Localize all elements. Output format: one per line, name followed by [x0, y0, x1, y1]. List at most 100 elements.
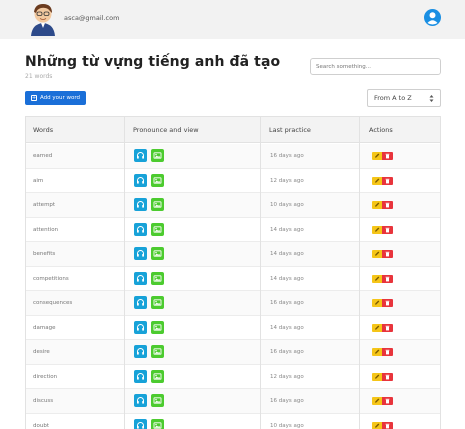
table-row: benefits 14 days ago — [26, 242, 440, 267]
last-practice-cell: 10 days ago — [270, 422, 304, 429]
view-image-button[interactable] — [151, 247, 164, 260]
view-image-button[interactable] — [151, 369, 164, 383]
last-practice-cell: 12 days ago — [270, 177, 304, 184]
words-table: Words Pronounce and view Last practice A… — [25, 116, 441, 429]
delete-button[interactable] — [382, 176, 393, 185]
table-row: consequences 16 days ago — [26, 291, 440, 316]
delete-button[interactable] — [382, 323, 393, 332]
edit-button[interactable] — [372, 176, 382, 185]
column-divider — [124, 117, 125, 429]
delete-button[interactable] — [382, 225, 393, 234]
edit-button[interactable] — [372, 225, 382, 234]
view-image-button[interactable] — [151, 149, 164, 162]
word-cell: damage — [33, 324, 56, 331]
word-cell: consequences — [33, 300, 73, 306]
edit-button[interactable] — [372, 152, 382, 160]
delete-button[interactable] — [382, 421, 393, 429]
delete-button[interactable] — [382, 274, 393, 283]
word-cell: aim — [33, 177, 44, 184]
pronounce-button[interactable] — [134, 271, 147, 285]
delete-button[interactable] — [382, 372, 393, 381]
delete-button[interactable] — [382, 250, 393, 258]
view-image-button[interactable] — [151, 198, 164, 211]
word-cell: benefits — [33, 251, 56, 257]
word-count: 21 words — [25, 73, 53, 80]
word-cell: doubt — [33, 422, 49, 429]
pronounce-button[interactable] — [134, 345, 147, 358]
add-word-label: Add your word — [39, 95, 81, 101]
pronounce-button[interactable] — [134, 394, 147, 407]
table-row: attempt 10 days ago — [26, 193, 440, 218]
pronounce-button[interactable] — [134, 296, 147, 309]
last-practice-cell: 16 days ago — [270, 153, 304, 159]
delete-button[interactable] — [382, 299, 393, 307]
delete-button[interactable] — [382, 152, 393, 160]
pronounce-button[interactable] — [134, 222, 147, 236]
edit-button[interactable] — [372, 323, 382, 332]
table-row: attention 14 days ago — [26, 218, 440, 242]
search-input[interactable] — [310, 58, 441, 75]
view-image-button[interactable] — [151, 320, 164, 334]
plus-square-icon: + — [30, 95, 37, 101]
word-cell: competitions — [33, 275, 69, 282]
user-circle-icon[interactable] — [424, 9, 441, 26]
view-image-button[interactable] — [151, 173, 164, 187]
table-row: discuss 16 days ago — [26, 389, 440, 414]
view-image-button[interactable] — [151, 271, 164, 285]
select-arrows-icon — [429, 95, 434, 102]
user-email: asca@gmail.com — [64, 14, 120, 22]
word-cell: attempt — [33, 202, 56, 208]
user-avatar-icon[interactable] — [29, 3, 57, 36]
view-image-button[interactable] — [151, 296, 164, 309]
column-divider — [359, 117, 360, 429]
pronounce-button[interactable] — [134, 369, 147, 383]
top-bar: asca@gmail.com — [0, 0, 465, 39]
last-practice-cell: 12 days ago — [270, 373, 304, 380]
edit-button[interactable] — [372, 201, 382, 209]
sort-select[interactable]: From A to Z — [367, 89, 441, 107]
last-practice-cell: 16 days ago — [270, 398, 304, 404]
pronounce-button[interactable] — [134, 418, 147, 429]
table-row: doubt 10 days ago — [26, 414, 440, 429]
table-row: competitions 14 days ago — [26, 267, 440, 291]
delete-button[interactable] — [382, 397, 393, 405]
column-header-last-practice: Last practice — [269, 126, 311, 134]
table-row: aim 12 days ago — [26, 169, 440, 193]
edit-button[interactable] — [372, 348, 382, 356]
table-header: Words Pronounce and view Last practice A… — [26, 117, 440, 143]
last-practice-cell: 14 days ago — [270, 275, 304, 282]
edit-button[interactable] — [372, 299, 382, 307]
pronounce-button[interactable] — [134, 149, 147, 162]
view-image-button[interactable] — [151, 345, 164, 358]
word-cell: desire — [33, 349, 50, 355]
pronounce-button[interactable] — [134, 198, 147, 211]
add-word-button[interactable]: + Add your word — [25, 91, 86, 105]
pronounce-button[interactable] — [134, 320, 147, 334]
delete-button[interactable] — [382, 348, 393, 356]
pronounce-button[interactable] — [134, 173, 147, 187]
column-header-words: Words — [33, 126, 54, 134]
edit-button[interactable] — [372, 397, 382, 405]
edit-button[interactable] — [372, 274, 382, 283]
last-practice-cell: 14 days ago — [270, 324, 304, 331]
table-row: desire 16 days ago — [26, 340, 440, 365]
column-divider — [260, 117, 261, 429]
last-practice-cell: 16 days ago — [270, 349, 304, 355]
table-row: damage 14 days ago — [26, 316, 440, 340]
last-practice-cell: 10 days ago — [270, 202, 304, 208]
view-image-button[interactable] — [151, 394, 164, 407]
word-cell: attention — [33, 226, 59, 233]
last-practice-cell: 14 days ago — [270, 226, 304, 233]
word-cell: direction — [33, 373, 58, 380]
edit-button[interactable] — [372, 250, 382, 258]
pronounce-button[interactable] — [134, 247, 147, 260]
edit-button[interactable] — [372, 372, 382, 381]
view-image-button[interactable] — [151, 222, 164, 236]
sort-selected-value: From A to Z — [374, 94, 412, 102]
delete-button[interactable] — [382, 201, 393, 209]
last-practice-cell: 14 days ago — [270, 251, 304, 257]
column-header-pronounce: Pronounce and view — [133, 126, 199, 134]
edit-button[interactable] — [372, 421, 382, 429]
view-image-button[interactable] — [151, 418, 164, 429]
word-cell: earned — [33, 153, 53, 159]
